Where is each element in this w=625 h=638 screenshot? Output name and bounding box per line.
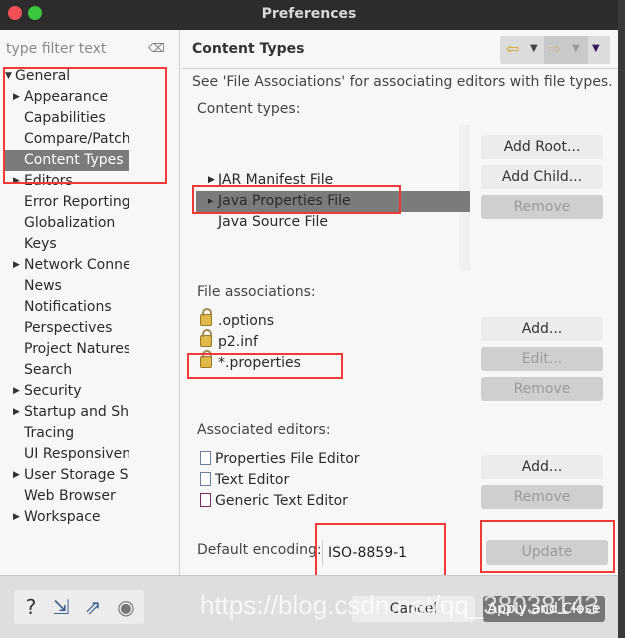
filter-input[interactable]: type filter text	[6, 41, 106, 57]
tree-item[interactable]: ▶ Network Conne	[3, 255, 129, 276]
annotation-box	[315, 523, 446, 578]
clear-icon[interactable]: ⌫	[148, 41, 165, 55]
tree-item[interactable]: UI Responsiven	[3, 444, 129, 465]
annotation-box	[480, 520, 615, 573]
tree-item[interactable]: Notifications	[3, 297, 129, 318]
add-editor-button[interactable]: Add...	[481, 455, 603, 479]
import-icon[interactable]: ⇲	[48, 594, 74, 620]
record-icon[interactable]: ◉	[113, 594, 139, 620]
tree-item-label: Network Conne	[24, 257, 129, 273]
tree-item[interactable]: Tracing	[3, 423, 129, 444]
watermark: https://blog.csdn.net/qq_38038143	[200, 590, 599, 620]
tree-item[interactable]: ▶ Security	[3, 381, 129, 402]
tree-item-label: Notifications	[24, 299, 112, 315]
annotation-box	[187, 353, 343, 379]
edit-file-association-button[interactable]: Edit...	[481, 347, 603, 371]
editor-item[interactable]: Generic Text Editor	[200, 491, 348, 512]
annotation-box	[192, 185, 401, 214]
content-types-label: Content types:	[197, 101, 301, 117]
tree-item-label: Search	[24, 362, 73, 378]
remove-editor-button[interactable]: Remove	[481, 485, 603, 509]
tree-item[interactable]: Search	[3, 360, 129, 381]
file-associations-label: File associations:	[197, 284, 316, 300]
divider	[181, 68, 618, 69]
tree-item-label: Security	[24, 383, 82, 399]
tree-item[interactable]: Globalization	[3, 213, 129, 234]
tree-item[interactable]: Error Reporting	[3, 192, 129, 213]
document-icon	[200, 472, 211, 486]
tree-item[interactable]: ▶ User Storage Se	[3, 465, 129, 486]
file-association-item[interactable]: .options	[200, 308, 274, 332]
generic-editor-icon	[200, 493, 211, 507]
description-text: See 'File Associations' for associating …	[192, 74, 613, 90]
tree-item[interactable]: News	[3, 276, 129, 297]
tree-item[interactable]: Keys	[3, 234, 129, 255]
default-encoding-label: Default encoding:	[197, 542, 322, 558]
tree-item-label: Workspace	[24, 509, 101, 525]
tree-item[interactable]: Project Natures	[3, 339, 129, 360]
back-arrow-icon[interactable]: ⇦	[506, 39, 519, 58]
tree-item[interactable]: Perspectives	[3, 318, 129, 339]
background-strip	[618, 0, 625, 638]
remove-content-type-button[interactable]: Remove	[481, 195, 603, 219]
menu-dropdown-icon[interactable]: ▼	[592, 43, 600, 54]
window-title: Preferences	[261, 6, 357, 22]
annotation-box	[3, 67, 167, 184]
collapsed-arrow-icon[interactable]: ▶	[13, 507, 20, 528]
add-root-button[interactable]: Add Root...	[481, 135, 603, 159]
tree-item[interactable]: Web Browser	[3, 486, 129, 507]
tree-item-label: News	[24, 278, 62, 294]
content-type-item[interactable]: Java Source File	[196, 212, 470, 233]
add-child-button[interactable]: Add Child...	[481, 165, 603, 189]
help-icon[interactable]: ?	[18, 594, 44, 620]
forward-arrow-icon[interactable]: ⇨	[548, 39, 561, 58]
tree-item-label: Perspectives	[24, 320, 113, 336]
collapsed-arrow-icon[interactable]: ▶	[13, 402, 20, 423]
collapsed-arrow-icon[interactable]: ▶	[13, 255, 20, 276]
remove-file-association-button[interactable]: Remove	[481, 377, 603, 401]
navigation-toolbar: ⇦ ▼ ⇨ ▼ ▼	[500, 36, 610, 64]
editor-item[interactable]: Text Editor	[200, 470, 289, 491]
tree-item-label: Web Browser	[24, 488, 116, 504]
tree-item-label: UI Responsiven	[24, 446, 129, 462]
editor-item[interactable]: Properties File Editor	[200, 449, 360, 470]
tree-item-label: Tracing	[24, 425, 75, 441]
export-icon[interactable]: ⇗	[80, 594, 106, 620]
collapsed-arrow-icon[interactable]: ▶	[13, 465, 20, 486]
forward-dropdown-icon[interactable]: ▼	[572, 43, 580, 54]
lock-icon	[200, 329, 212, 347]
back-dropdown-icon[interactable]: ▼	[530, 43, 538, 54]
tree-item-label: Keys	[24, 236, 57, 252]
add-file-association-button[interactable]: Add...	[481, 317, 603, 341]
lock-icon	[200, 308, 212, 326]
collapsed-arrow-icon[interactable]: ▶	[13, 381, 20, 402]
tree-item[interactable]: ▶ Workspace	[3, 507, 129, 528]
tree-item-label: User Storage Se	[24, 467, 129, 483]
associated-editors-label: Associated editors:	[197, 422, 331, 438]
tree-item-label: Error Reporting	[24, 194, 129, 210]
document-icon	[200, 451, 211, 465]
tree-item-label: Globalization	[24, 215, 116, 231]
tree-item-label: Project Natures	[24, 341, 129, 357]
tree-item-label: Startup and Shu	[24, 404, 129, 420]
page-title: Content Types	[192, 41, 305, 57]
tree-item[interactable]: ▶ Startup and Shu	[3, 402, 129, 423]
